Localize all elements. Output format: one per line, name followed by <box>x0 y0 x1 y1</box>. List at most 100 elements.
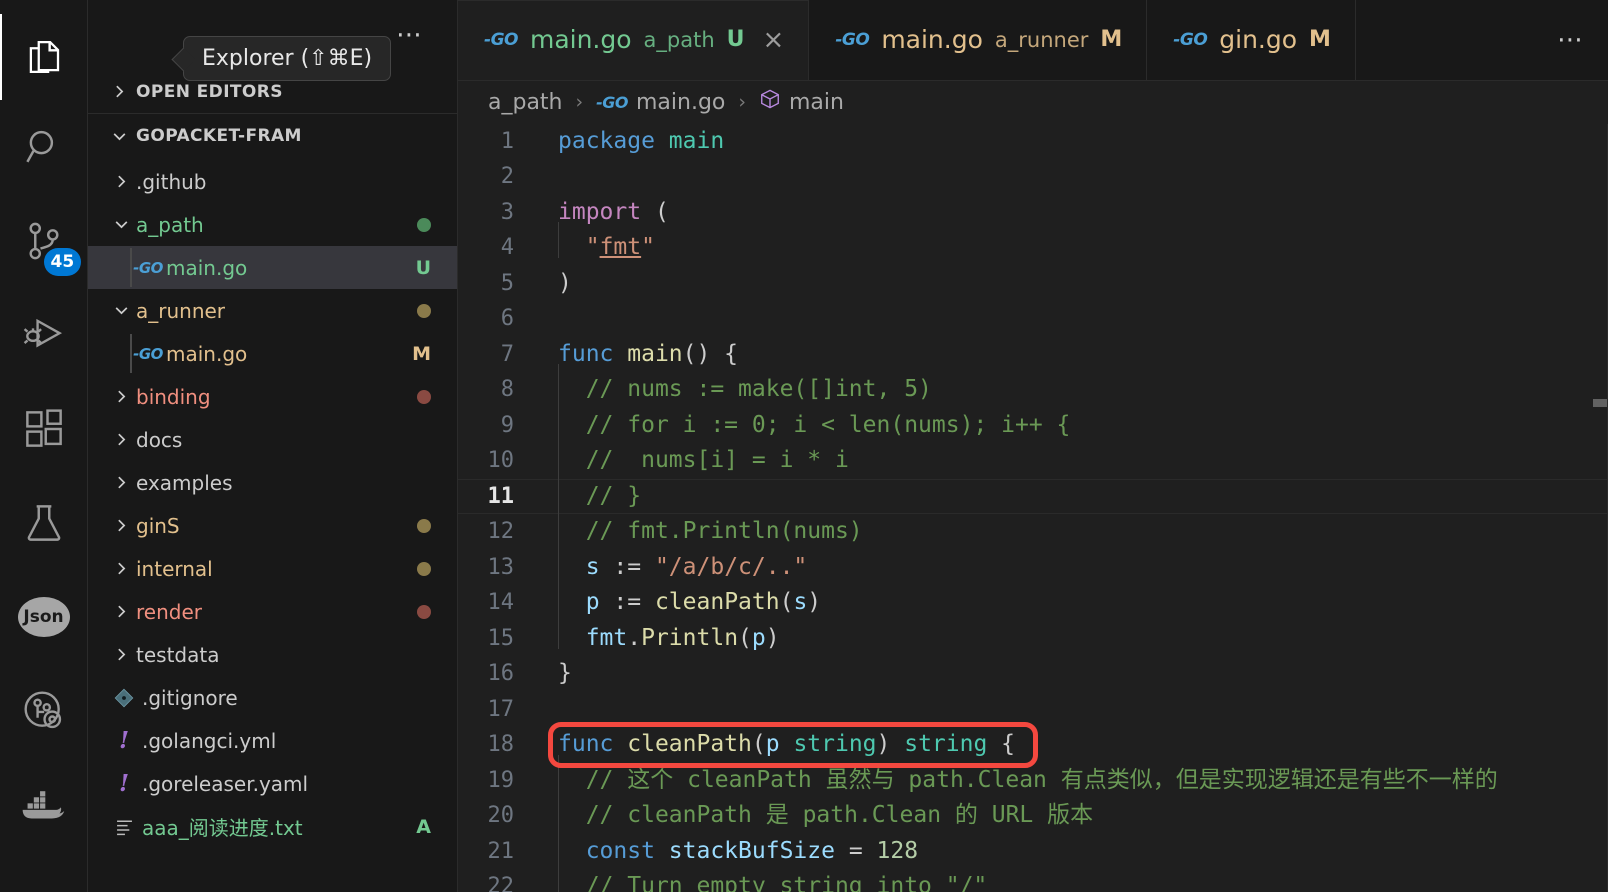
activity-item-testing[interactable] <box>0 476 88 570</box>
activity-item-extensions[interactable] <box>0 382 88 476</box>
vscode-window: 45 Json ⋯ OPEN EDITORS GOPACKET-FRAM .gi… <box>0 0 1608 892</box>
code-line[interactable]: 17 <box>458 692 1608 728</box>
code-line[interactable]: 15 fmt.Println(p) <box>458 613 1608 657</box>
line-number: 7 <box>500 341 514 367</box>
explorer-tooltip: Explorer (⇧⌘E) <box>183 36 392 81</box>
indent-guide <box>558 577 586 621</box>
chevron-right-icon[interactable] <box>106 431 136 448</box>
breadcrumb-item-main[interactable]: main <box>759 88 844 116</box>
editor-tab-label: main.go <box>881 25 983 55</box>
chevron-down-icon[interactable] <box>106 302 136 319</box>
code-content[interactable]: 1 package main 2 3 import (4 "fmt" 5) 6 7 func m… <box>458 124 1608 892</box>
code-line[interactable]: 16} <box>458 656 1608 692</box>
code-line[interactable]: 2 <box>458 159 1608 195</box>
code-line[interactable]: 9 // for i := 0; i < len(nums); i++ { <box>458 400 1608 444</box>
editor-tab-gin-go[interactable]: ‐GO gin.go M <box>1147 0 1356 80</box>
code-line[interactable]: 20 // cleanPath 是 path.Clean 的 URL 版本 <box>458 790 1608 834</box>
section-workspace[interactable]: GOPACKET-FRAM <box>88 114 457 158</box>
code-line[interactable]: 3 import ( <box>458 195 1608 231</box>
tree-item-label: aaa_阅读进度.txt <box>142 816 303 840</box>
tree-item-docs[interactable]: docs <box>88 418 457 461</box>
chevron-right-icon[interactable] <box>106 388 136 405</box>
chevron-right-icon[interactable] <box>106 517 136 534</box>
code-editor[interactable]: 1 package main 2 3 import (4 "fmt" 5) 6 7 func m… <box>458 123 1608 892</box>
breadcrumb-item-a_path[interactable]: a_path <box>488 90 563 115</box>
tree-item-.golangci.yml[interactable]: ! .golangci.yml <box>88 719 457 762</box>
tree-item-status-dot <box>417 604 431 619</box>
tree-item-main.go[interactable]: ‐GO main.go M <box>88 332 457 375</box>
code-line[interactable]: 21 const stackBufSize = 128 <box>458 826 1608 870</box>
code-line-text: "fmt" <box>540 222 655 266</box>
code-line-text: const stackBufSize = 128 <box>540 826 918 870</box>
tree-item-label: main.go <box>166 341 248 366</box>
tree-item-a_path[interactable]: a_path <box>88 203 457 246</box>
tree-item-main.go[interactable]: ‐GO main.go U <box>88 246 457 289</box>
tree-item-.gitignore[interactable]: .gitignore <box>88 676 457 719</box>
chevron-right-icon[interactable] <box>106 560 136 577</box>
code-token: cleanPath <box>654 589 780 616</box>
code-line[interactable]: 4 "fmt" <box>458 222 1608 266</box>
code-line[interactable]: 12 // fmt.Println(nums) <box>458 506 1608 550</box>
code-line[interactable]: 6 <box>458 301 1608 337</box>
code-token: p <box>751 624 766 651</box>
editor-tab-main-go-a_path[interactable]: ‐GO main.go a_path U × <box>458 0 810 80</box>
activity-item-explorer[interactable] <box>0 14 88 100</box>
close-icon[interactable]: × <box>763 25 785 55</box>
code-token: package <box>558 127 669 154</box>
activity-item-run-and-debug[interactable] <box>0 288 88 382</box>
tree-item-internal[interactable]: internal <box>88 547 457 590</box>
explorer-sidebar: ⋯ OPEN EDITORS GOPACKET-FRAM .github a_pa… <box>88 0 458 892</box>
tree-item-a_runner[interactable]: a_runner <box>88 289 457 332</box>
code-line-text: // } <box>540 471 641 515</box>
code-token: string <box>904 731 988 758</box>
editor-actions-more-button[interactable]: ⋯ <box>1557 27 1586 53</box>
code-line-text: // fmt.Println(nums) <box>540 506 863 550</box>
code-line[interactable]: 1 package main <box>458 124 1608 160</box>
chevron-right-icon[interactable] <box>106 474 136 491</box>
tree-item-binding[interactable]: binding <box>88 375 457 418</box>
code-line[interactable]: 8 // nums := make([]int, 5) <box>458 364 1608 408</box>
activity-item-git-graph[interactable] <box>0 664 88 758</box>
code-line[interactable]: 18 func cleanPath(p string) string { <box>458 727 1608 763</box>
tree-item-render[interactable]: render <box>88 590 457 633</box>
code-line[interactable]: 10 // nums[i] = i * i <box>458 435 1608 479</box>
editor-area: ‐GO main.go a_path U × ‐GO main.go a_runner M ‐GO… <box>458 0 1608 892</box>
tree-item-label: a_runner <box>136 298 226 323</box>
code-token: stackBufSize <box>668 837 835 864</box>
tree-item-.github[interactable]: .github <box>88 160 457 203</box>
chevron-right-icon[interactable] <box>106 173 136 190</box>
tree-item-label: internal <box>136 556 213 581</box>
editor-tab-main-go-a_runner[interactable]: ‐GO main.go a_runner M <box>809 0 1148 80</box>
code-line[interactable]: 19 // 这个 cleanPath 虽然与 path.Clean 有点类似，但… <box>458 755 1608 799</box>
activity-bar: 45 Json <box>0 0 88 892</box>
tree-item-ginS[interactable]: ginS <box>88 504 457 547</box>
chevron-down-icon[interactable] <box>106 216 136 233</box>
code-line[interactable]: 22 // Turn empty string into "/" <box>458 861 1608 892</box>
editor-tab-status: U <box>726 27 745 53</box>
code-token: " <box>585 234 600 261</box>
activity-item-docker[interactable] <box>0 758 88 852</box>
activity-item-json[interactable]: Json <box>0 570 88 664</box>
chevron-right-icon <box>102 83 136 100</box>
code-line[interactable]: 7 func main() { <box>458 337 1608 373</box>
breadcrumb: a_path › ‐GO main.go › main <box>458 80 1608 124</box>
tree-item-aaa_阅读进度.txt[interactable]: aaa_阅读进度.txt A <box>88 805 457 848</box>
code-line[interactable]: 5) <box>458 266 1608 302</box>
code-token: ) <box>876 731 905 758</box>
code-line[interactable]: 14 p := cleanPath(s) <box>458 577 1608 621</box>
line-number: 17 <box>487 696 515 722</box>
code-line[interactable]: 13 s := "/a/b/c/.." <box>458 542 1608 586</box>
tree-item-examples[interactable]: examples <box>88 461 457 504</box>
tree-item-.goreleaser.yaml[interactable]: ! .goreleaser.yaml <box>88 762 457 805</box>
tree-item-testdata[interactable]: testdata <box>88 633 457 676</box>
scrollbar-thumb[interactable] <box>1593 398 1607 407</box>
activity-item-source-control[interactable]: 45 <box>0 194 88 288</box>
code-line-text: func main() { <box>540 337 738 373</box>
sidebar-more-actions-button[interactable]: ⋯ <box>396 22 425 48</box>
breadcrumb-item-main-go[interactable]: ‐GO main.go <box>596 90 725 115</box>
code-line[interactable]: 11 // } <box>458 471 1608 515</box>
chevron-right-icon[interactable] <box>106 646 136 663</box>
chevron-right-icon[interactable] <box>106 603 136 620</box>
activity-item-search[interactable] <box>0 100 88 194</box>
code-token: s <box>585 553 600 580</box>
